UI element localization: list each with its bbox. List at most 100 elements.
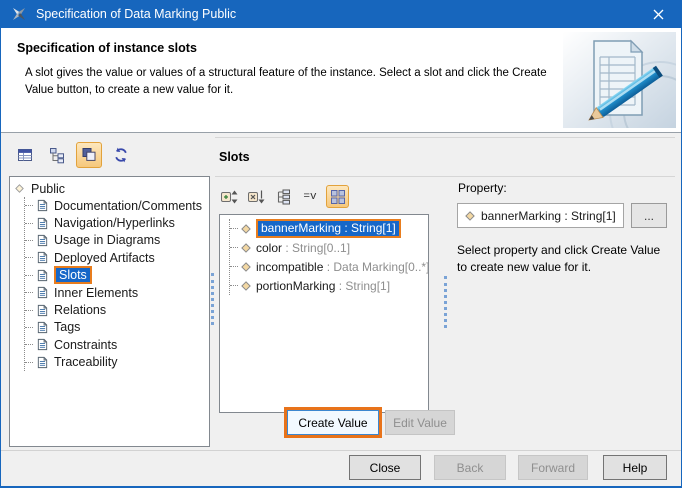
property-label: Property: [458,181,507,195]
tree-item-relations[interactable]: Relations [25,301,209,318]
magicdraw-app-icon [11,6,27,22]
footer-separator [1,450,682,451]
slot-item-selected: bannerMarking : String[1] [256,219,401,238]
tree-structure-icon[interactable] [44,142,70,168]
property-hint-line1: Select property and click Create Value [457,242,660,259]
tree-connector [25,327,33,328]
close-dialog-button[interactable]: Close [349,455,421,480]
tree-root-public[interactable]: Public [10,180,209,197]
tree-item-label: Usage in Diagrams [54,233,160,247]
document-icon [36,338,49,351]
grid-view-icon[interactable] [326,185,349,208]
containment-mode-icon[interactable] [76,142,102,168]
tree-connector [25,223,33,224]
tree-connector [25,362,33,363]
document-icon [36,304,49,317]
slot-name: incompatible [256,260,323,274]
banner-description: A slot gives the value or values of a st… [25,65,547,99]
create-value-button[interactable]: Create Value [287,410,379,435]
group-by-hierarchy-icon[interactable] [271,185,294,208]
document-pencil-illustration [563,32,676,128]
tree-connector [230,285,238,286]
tree-children: Documentation/Comments Navigation/Hyperl… [24,197,209,371]
create-value-icon[interactable] [217,185,240,208]
slots-toolbar: =v [217,185,349,208]
slot-name: bannerMarking [261,221,341,236]
tree-item-tags[interactable]: Tags [25,319,209,336]
slot-diamond-icon [241,224,251,234]
slot-item-incompatible[interactable]: incompatible : Data Marking[0..*] [230,257,428,276]
tree-connector [25,344,33,345]
tree-item-label: Navigation/Hyperlinks [54,216,175,230]
tree-connector [25,205,33,206]
tree-connector [25,292,33,293]
banner-title: Specification of instance slots [17,41,197,55]
tree-connector [25,240,33,241]
close-icon[interactable] [635,0,681,28]
property-hint-line2: to create new value for it. [457,259,660,276]
document-icon [36,217,49,230]
document-icon [36,199,49,212]
document-icon [36,321,49,334]
property-value: bannerMarking : String[1] [481,209,616,223]
forward-button: Forward [518,455,588,480]
slot-type: : String[0..1] [282,241,350,255]
slot-item-bannermarking[interactable]: bannerMarking : String[1] [230,219,428,238]
slot-name: portionMarking [256,279,335,293]
property-field: bannerMarking : String[1] [457,203,624,228]
slot-diamond-icon [241,243,251,253]
tree-item-label: Traceability [54,355,117,369]
tree-item-inner-elements[interactable]: Inner Elements [25,284,209,301]
specification-tree[interactable]: Public Documentation/Comments Navigation… [9,176,210,447]
tree-item-label: Relations [54,303,106,317]
tree-connector [230,228,238,229]
tree-item-label: Inner Elements [54,286,138,300]
slot-item-color[interactable]: color : String[0..1] [230,238,428,257]
tree-item-traceability[interactable]: Traceability [25,354,209,371]
panel-divider-top [215,137,675,138]
tree-item-navigation-hyperlinks[interactable]: Navigation/Hyperlinks [25,214,209,231]
left-splitter-handle[interactable] [211,273,214,325]
help-button[interactable]: Help [603,455,667,480]
tree-item-constraints[interactable]: Constraints [25,336,209,353]
browse-property-button[interactable]: ... [631,203,667,228]
properties-table-icon[interactable] [12,142,38,168]
slot-diamond-icon [465,211,475,221]
document-icon [36,286,49,299]
header-banner: Specification of instance slots A slot g… [1,28,681,133]
tree-item-label: Deployed Artifacts [54,251,155,265]
slot-type: : Data Marking[0..*] [323,260,429,274]
tree-toolbar [12,142,134,168]
title-bar[interactable]: Specification of Data Marking Public [1,0,681,28]
slot-type: : String[1] [335,279,390,293]
instance-diamond-icon [15,184,24,193]
edit-value-button: Edit Value [385,410,455,435]
panel-divider-under-title [215,176,675,177]
slots-list[interactable]: bannerMarking : String[1] color : String… [219,214,429,413]
specification-dialog: Specification of Data Marking Public Spe… [0,0,682,488]
slots-panel-title: Slots [219,150,250,164]
refresh-icon[interactable] [108,142,134,168]
slot-name: color [256,241,282,255]
tree-connector [25,310,33,311]
window-title: Specification of Data Marking Public [36,7,236,21]
slot-item-portionmarking[interactable]: portionMarking : String[1] [230,276,428,295]
tree-item-slots[interactable]: Slots [25,267,209,284]
document-icon [36,269,49,282]
tree-connector [25,275,33,276]
tree-item-label-selected: Slots [54,266,92,284]
tree-item-deployed-artifacts[interactable]: Deployed Artifacts [25,249,209,266]
document-icon [36,234,49,247]
document-icon [36,251,49,264]
show-default-values-icon[interactable]: =v [298,185,322,208]
tree-item-label: Constraints [54,338,117,352]
slot-type: : String[1] [341,221,396,236]
property-hint: Select property and click Create Value t… [457,242,660,275]
right-splitter-handle[interactable] [444,276,447,328]
slots-list-children: bannerMarking : String[1] color : String… [229,219,428,295]
slot-diamond-icon [241,262,251,272]
delete-value-icon[interactable] [244,185,267,208]
tree-item-documentation-comments[interactable]: Documentation/Comments [25,197,209,214]
tree-item-usage-in-diagrams[interactable]: Usage in Diagrams [25,232,209,249]
slot-diamond-icon [241,281,251,291]
